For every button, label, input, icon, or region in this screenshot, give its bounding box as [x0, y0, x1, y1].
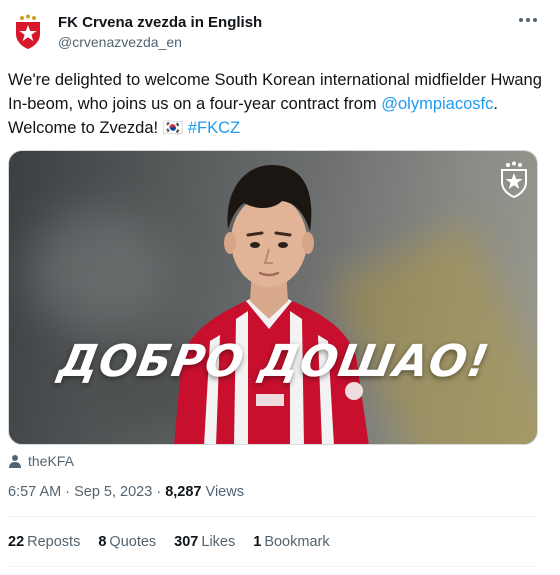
engagement-stats: 22 Reposts 8 Quotes 307 Likes 1 Bookmark — [8, 534, 330, 550]
reposts-label: Reposts — [27, 534, 81, 550]
likes-count: 307 — [174, 534, 199, 550]
reposts-count: 22 — [8, 534, 25, 550]
more-options-icon[interactable] — [516, 10, 540, 30]
meta-separator: · — [152, 484, 166, 500]
likes-stat[interactable]: 307 Likes — [174, 534, 235, 550]
meta-separator: · — [61, 484, 75, 500]
account-handle[interactable]: @crvenazvezda_en — [58, 34, 182, 50]
korea-flag-emoji: 🇰🇷 — [162, 119, 184, 137]
likes-label: Likes — [201, 534, 236, 550]
quotes-stat[interactable]: 8 Quotes — [98, 534, 156, 550]
player-photo — [174, 165, 369, 444]
bookmarks-count: 1 — [253, 534, 262, 550]
divider — [8, 516, 538, 517]
views-label: Views — [205, 484, 244, 500]
divider — [8, 566, 538, 567]
person-icon — [9, 455, 21, 468]
account-name[interactable]: FK Crvena zvezda in English — [58, 14, 262, 31]
tweet-date[interactable]: Sep 5, 2023 — [74, 484, 152, 500]
tweet-image[interactable]: ДОБРО ДОШАО! — [8, 150, 538, 445]
quotes-count: 8 — [98, 534, 107, 550]
bookmarks-label: Bookmark — [264, 534, 330, 550]
photo-credit[interactable]: theKFA — [8, 452, 74, 470]
quotes-label: Quotes — [109, 534, 157, 550]
welcome-overlay-text: ДОБРО ДОШАО! — [54, 336, 494, 387]
tweet-time[interactable]: 6:57 AM — [8, 484, 61, 500]
tweet-meta: 6:57 AM · Sep 5, 2023 · 8,287 Views — [8, 484, 244, 500]
club-crest-icon — [16, 14, 40, 49]
views-count: 8,287 — [165, 484, 202, 500]
club-crest-watermark-icon — [501, 161, 527, 199]
hashtag-link[interactable]: #FKCZ — [188, 119, 240, 137]
reposts-stat[interactable]: 22 Reposts — [8, 534, 80, 550]
mention-link[interactable]: @olympiacosfc — [381, 95, 493, 113]
tweet: FK Crvena zvezda in English @crvenazvezd… — [0, 0, 560, 575]
photo-credit-label: theKFA — [28, 453, 74, 469]
avatar[interactable] — [8, 12, 48, 52]
tweet-text: We're delighted to welcome South Korean … — [8, 68, 548, 140]
bookmarks-stat[interactable]: 1 Bookmark — [253, 534, 329, 550]
